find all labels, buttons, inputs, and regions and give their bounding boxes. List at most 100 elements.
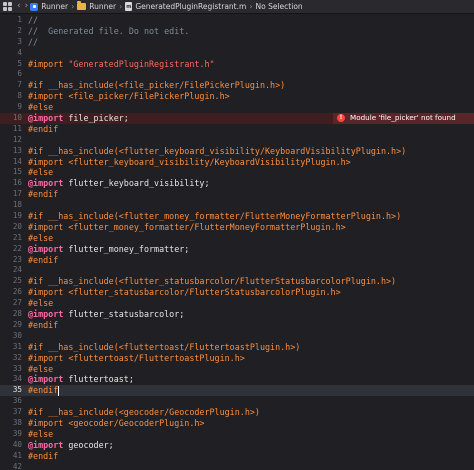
- code-token: fluttertoast;: [63, 374, 134, 385]
- code-line[interactable]: 4: [0, 48, 474, 59]
- code-line[interactable]: 32 #import <fluttertoast/FluttertoastPlug…: [0, 353, 474, 364]
- code-line[interactable]: 42: [0, 462, 474, 470]
- code-line[interactable]: 11 #endif: [0, 124, 474, 135]
- code-text: #else: [28, 233, 53, 244]
- jump-bar-item-project[interactable]: Runner: [30, 2, 68, 11]
- code-line[interactable]: 31 #if __has_include(<fluttertoast/Flutte…: [0, 342, 474, 353]
- code-text: #endif: [28, 189, 58, 200]
- source-editor[interactable]: 1//2// Generated file. Do not edit. 3//4 5…: [0, 15, 474, 470]
- code-line[interactable]: 24: [0, 265, 474, 276]
- code-line[interactable]: 27 #else: [0, 298, 474, 309]
- code-token: #else: [28, 232, 54, 243]
- code-line[interactable]: 8 #import <file_picker/FilePickerPlugin.h…: [0, 91, 474, 102]
- code-token: @import: [28, 374, 64, 385]
- code-line[interactable]: 29 #endif: [0, 320, 474, 331]
- code-line[interactable]: 34 @import fluttertoast;: [0, 374, 474, 385]
- code-text: #endif: [28, 320, 58, 331]
- code-line[interactable]: 15 #else: [0, 167, 474, 178]
- code-line[interactable]: 23 #endif: [0, 255, 474, 266]
- line-number: 27: [12, 298, 22, 308]
- jump-bar-item-symbol[interactable]: No Selection: [256, 2, 303, 11]
- code-text: #else: [28, 298, 53, 309]
- code-token: geocoder;: [63, 439, 114, 450]
- code-line[interactable]: 3 //: [0, 37, 474, 48]
- error-message: Module 'file_picker' not found: [350, 113, 456, 123]
- code-line[interactable]: 28 @import flutter_statusbarcolor;: [0, 309, 474, 320]
- code-token: #endif: [28, 254, 59, 265]
- xcode-app-icon: [30, 2, 39, 11]
- code-token: #import <flutter_money_formatter/Flutter…: [28, 221, 346, 232]
- code-line[interactable]: 6: [0, 69, 474, 80]
- line-number: 17: [12, 189, 22, 199]
- code-text: @import fluttertoast;: [28, 374, 134, 385]
- objc-file-icon: m: [125, 2, 133, 11]
- code-line[interactable]: 16 @import flutter_keyboard_visibility;: [0, 178, 474, 189]
- code-line[interactable]: 1 //: [0, 15, 474, 26]
- chevron-right-icon: ›: [249, 2, 253, 11]
- code-line[interactable]: 39 #else: [0, 429, 474, 440]
- line-number: 41: [12, 450, 22, 460]
- code-line[interactable]: 35 #endif: [0, 385, 474, 397]
- code-line[interactable]: 20 #import <flutter_money_formatter/Flutt…: [0, 222, 474, 233]
- code-token: #import <file_picker/FilePickerPlugin.h>: [28, 91, 230, 102]
- code-line[interactable]: 21 #else: [0, 233, 474, 244]
- line-number: 29: [12, 319, 22, 329]
- error-banner[interactable]: ! Module 'file_picker' not found: [333, 113, 474, 124]
- code-text: #if __has_include(<flutter_money_formatt…: [28, 211, 401, 222]
- code-line[interactable]: 41 #endif: [0, 451, 474, 462]
- code-line[interactable]: 33 #else: [0, 364, 474, 375]
- code-line[interactable]: 5 #import "GeneratedPluginRegistrant.h": [0, 59, 474, 70]
- code-text: #if __has_include(<fluttertoast/Fluttert…: [28, 342, 300, 353]
- xcode-window: ‹ › Runner › Runner › m GeneratedPluginR…: [0, 0, 474, 470]
- chevron-right-icon: ›: [71, 2, 75, 11]
- code-token: #if __has_include(<geocoder/GeocoderPlug…: [28, 407, 260, 418]
- code-line[interactable]: 37 #if __has_include(<geocoder/GeocoderPl…: [0, 407, 474, 418]
- code-line[interactable]: 14 #import <flutter_keyboard_visibility/K…: [0, 157, 474, 168]
- related-items-grid-icon[interactable]: [3, 2, 13, 11]
- code-token: #endif: [28, 189, 59, 200]
- code-line[interactable]: 17 #endif: [0, 189, 474, 200]
- jump-bar-item-file[interactable]: m GeneratedPluginRegistrant.m: [125, 2, 246, 11]
- back-chevron-icon[interactable]: ‹: [17, 2, 21, 11]
- line-number: 2: [17, 25, 22, 35]
- code-line[interactable]: 18: [0, 200, 474, 211]
- code-line[interactable]: 30: [0, 331, 474, 342]
- code-text: @import geocoder;: [28, 440, 114, 451]
- code-line[interactable]: 25 #if __has_include(<flutter_statusbarco…: [0, 276, 474, 287]
- code-line[interactable]: 12: [0, 135, 474, 146]
- line-number: 18: [12, 200, 22, 210]
- code-line[interactable]: 2 // Generated file. Do not edit.: [0, 26, 474, 37]
- code-token: @import: [28, 309, 64, 320]
- code-line[interactable]: 9 #else: [0, 102, 474, 113]
- forward-chevron-icon[interactable]: ›: [25, 2, 29, 11]
- code-line[interactable]: 38 #import <geocoder/GeocoderPlugin.h>: [0, 418, 474, 429]
- code-text: #if __has_include(<geocoder/GeocoderPlug…: [28, 407, 260, 418]
- line-number: 6: [17, 69, 22, 79]
- code-line[interactable]: 40 @import geocoder;: [0, 440, 474, 451]
- code-text: #else: [28, 429, 53, 440]
- code-token: #if __has_include(<flutter_keyboard_visi…: [28, 145, 407, 156]
- line-number: 37: [12, 407, 22, 417]
- line-number: 19: [12, 211, 22, 221]
- line-number: 7: [17, 80, 22, 90]
- line-number: 4: [17, 47, 22, 57]
- jump-bar-item-group[interactable]: Runner: [77, 1, 116, 11]
- code-token: @import: [28, 113, 64, 124]
- line-number: 34: [12, 374, 22, 384]
- code-line[interactable]: 19 #if __has_include(<flutter_money_forma…: [0, 211, 474, 222]
- code-line[interactable]: 10 @import file_picker;! Module 'file_pick…: [0, 113, 474, 124]
- code-line[interactable]: 36: [0, 396, 474, 407]
- code-line[interactable]: 13 #if __has_include(<flutter_keyboard_vi…: [0, 146, 474, 157]
- code-token: #import: [28, 58, 69, 69]
- line-number: 11: [12, 123, 22, 133]
- code-line[interactable]: 22 @import flutter_money_formatter;: [0, 244, 474, 255]
- code-token: #import <geocoder/GeocoderPlugin.h>: [28, 417, 205, 428]
- code-token: #if __has_include(<file_picker/FilePicke…: [28, 80, 286, 91]
- code-line[interactable]: 7 #if __has_include(<file_picker/FilePick…: [0, 80, 474, 91]
- code-token: "GeneratedPluginRegistrant.h": [68, 58, 215, 69]
- jump-bar-item-label: No Selection: [255, 2, 303, 11]
- code-line[interactable]: 26 #import <flutter_statusbarcolor/Flutte…: [0, 287, 474, 298]
- text-cursor: [58, 385, 60, 396]
- line-number: 1: [17, 15, 22, 24]
- code-text: #if __has_include(<flutter_keyboard_visi…: [28, 146, 406, 157]
